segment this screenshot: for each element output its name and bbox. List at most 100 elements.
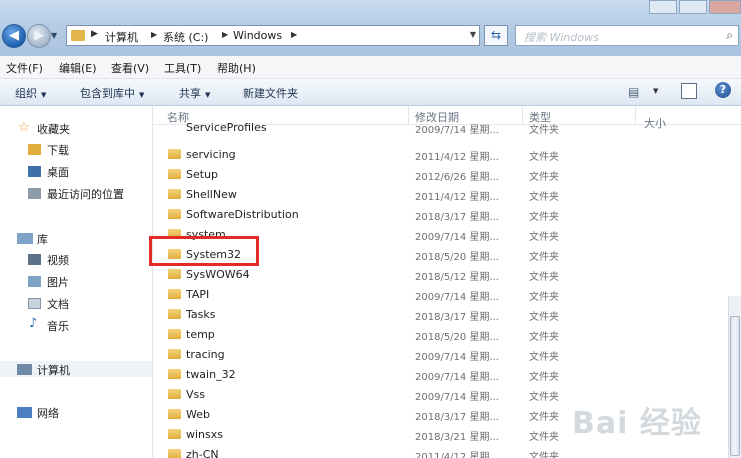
file-type: 文件夹 (529, 352, 559, 363)
include-in-library-label: 包含到库中 (80, 87, 135, 100)
chevron-down-icon[interactable]: ▼ (653, 87, 658, 95)
minimize-button[interactable] (649, 0, 677, 14)
file-row[interactable]: SysWOW64 2018/5/12 星期... 文件夹 (153, 264, 741, 284)
music-icon: ♪ (29, 316, 38, 331)
nav-music[interactable]: 音乐 (47, 318, 69, 334)
menu-view[interactable]: 查看(V) (111, 60, 149, 76)
help-icon[interactable]: ? (715, 82, 731, 98)
file-row[interactable]: zh-CN 2011/4/12 星期... 文件夹 (153, 444, 741, 458)
folder-icon (168, 369, 181, 379)
column-divider[interactable] (635, 106, 636, 124)
folder-icon (168, 169, 181, 179)
file-row[interactable]: temp 2018/5/20 星期... 文件夹 (153, 324, 741, 344)
file-row[interactable]: tracing 2009/7/14 星期... 文件夹 (153, 344, 741, 364)
file-type: 文件夹 (529, 412, 559, 423)
forward-button[interactable]: ▶ (27, 24, 51, 48)
file-row[interactable]: Tasks 2018/3/17 星期... 文件夹 (153, 304, 741, 324)
folder-icon (168, 289, 181, 299)
file-type: 文件夹 (529, 312, 559, 323)
file-date: 2011/4/12 星期... (415, 452, 499, 458)
chevron-right-icon[interactable]: ▶ (222, 30, 228, 39)
menu-edit[interactable]: 编辑(E) (59, 60, 97, 76)
organize-button[interactable]: 组织 ▼ (15, 85, 46, 101)
file-row[interactable]: ServiceProfiles 2009/7/14 星期... 文件夹 (153, 121, 741, 144)
nav-favorites[interactable]: 收藏夹 (37, 121, 70, 137)
folder-icon (168, 349, 181, 359)
file-date: 2018/3/17 星期... (415, 312, 499, 323)
file-name: servicing (186, 148, 236, 161)
folder-icon (168, 209, 181, 219)
title-bar: ◀ ▶ ▼ ▶ 计算机 ▶ 系统 (C:) ▶ Windows ▶ ▼ ⇆ 搜索… (0, 0, 741, 56)
file-name: zh-CN (186, 448, 219, 458)
forward-arrow-icon: ▶ (34, 28, 44, 43)
file-date: 2018/3/21 星期... (415, 432, 499, 443)
chevron-down-icon: ▼ (205, 91, 211, 99)
search-icon[interactable]: ⌕ (726, 28, 733, 43)
file-row[interactable]: ShellNew 2011/4/12 星期... 文件夹 (153, 184, 741, 204)
maximize-button[interactable] (679, 0, 707, 14)
include-in-library-button[interactable]: 包含到库中 ▼ (80, 85, 144, 101)
file-row[interactable]: SoftwareDistribution 2018/3/17 星期... 文件夹 (153, 204, 741, 224)
file-row[interactable]: TAPI 2009/7/14 星期... 文件夹 (153, 284, 741, 304)
scrollbar-thumb[interactable] (730, 316, 740, 456)
folder-icon (71, 30, 85, 41)
chevron-right-icon[interactable]: ▶ (291, 30, 297, 39)
nav-network[interactable]: 网络 (37, 405, 59, 421)
library-icon (17, 233, 33, 244)
file-date: 2018/5/20 星期... (415, 252, 499, 263)
views-icon[interactable]: ▤ (628, 85, 639, 99)
file-row[interactable]: servicing 2011/4/12 星期... 文件夹 (153, 144, 741, 164)
preview-pane-icon[interactable] (681, 83, 697, 99)
file-name: twain_32 (186, 368, 236, 381)
nav-libraries[interactable]: 库 (37, 231, 48, 247)
network-icon (17, 407, 32, 418)
breadcrumb-drive-c[interactable]: 系统 (C:) (163, 29, 208, 45)
folder-icon (168, 329, 181, 339)
file-date: 2009/7/14 星期... (415, 392, 499, 403)
refresh-icon: ⇆ (490, 28, 502, 42)
nav-downloads[interactable]: 下载 (47, 142, 69, 158)
recent-pages-dropdown[interactable]: ▼ (51, 31, 61, 41)
file-date: 2009/7/14 星期... (415, 372, 499, 383)
breadcrumb-windows[interactable]: Windows (233, 29, 282, 42)
nav-pictures[interactable]: 图片 (47, 274, 69, 290)
column-divider[interactable] (522, 106, 523, 124)
menu-tools[interactable]: 工具(T) (164, 60, 201, 76)
file-type: 文件夹 (529, 372, 559, 383)
file-name: SoftwareDistribution (186, 208, 299, 221)
navigation-pane: ☆ 收藏夹 下载 桌面 最近访问的位置 库 视频 图片 文档 ♪ 音乐 计算机 … (0, 106, 153, 458)
window-controls (649, 0, 741, 14)
address-bar[interactable]: ▶ 计算机 ▶ 系统 (C:) ▶ Windows ▶ ▼ (66, 25, 480, 46)
column-divider[interactable] (408, 106, 409, 124)
file-name: tracing (186, 348, 225, 361)
back-button[interactable]: ◀ (2, 24, 26, 48)
folder-icon (168, 409, 181, 419)
address-dropdown-icon[interactable]: ▼ (470, 30, 476, 39)
recent-places-icon (28, 188, 41, 199)
nav-computer[interactable]: 计算机 (37, 362, 70, 378)
menu-file[interactable]: 文件(F) (6, 60, 43, 76)
refresh-button[interactable]: ⇆ (484, 25, 508, 46)
folder-icon (168, 449, 181, 458)
command-bar: 组织 ▼ 包含到库中 ▼ 共享 ▼ 新建文件夹 ▤ ▼ ? (0, 79, 741, 106)
search-input[interactable]: 搜索 Windows ⌕ (515, 25, 739, 46)
folder-icon (168, 309, 181, 319)
nav-videos[interactable]: 视频 (47, 252, 69, 268)
file-date: 2009/7/14 星期... (415, 232, 499, 243)
nav-recent-places[interactable]: 最近访问的位置 (47, 186, 124, 202)
nav-documents[interactable]: 文档 (47, 296, 69, 312)
search-placeholder: 搜索 Windows (524, 31, 599, 44)
videos-icon (28, 254, 41, 265)
file-row[interactable]: twain_32 2009/7/14 星期... 文件夹 (153, 364, 741, 384)
close-button[interactable] (709, 0, 741, 14)
share-button[interactable]: 共享 ▼ (179, 85, 210, 101)
file-date: 2009/7/14 星期... (415, 292, 499, 303)
menu-help[interactable]: 帮助(H) (217, 60, 256, 76)
nav-desktop[interactable]: 桌面 (47, 164, 69, 180)
breadcrumb-computer[interactable]: 计算机 (105, 29, 138, 45)
chevron-right-icon[interactable]: ▶ (91, 29, 98, 39)
file-row[interactable]: Setup 2012/6/26 星期... 文件夹 (153, 164, 741, 184)
chevron-right-icon[interactable]: ▶ (151, 30, 157, 39)
star-icon: ☆ (18, 120, 30, 135)
new-folder-button[interactable]: 新建文件夹 (243, 85, 298, 101)
